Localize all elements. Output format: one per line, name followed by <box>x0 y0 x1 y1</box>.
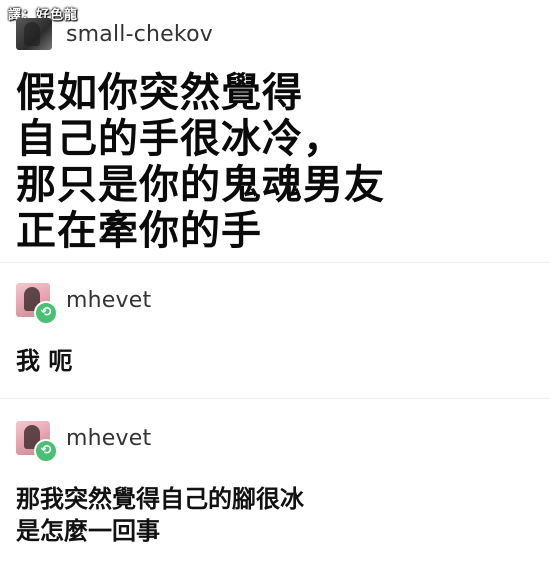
post-original: small-chekov 假如你突然覺得 自己的手很冰冷， 那只是你的鬼魂男友 … <box>0 0 550 262</box>
post-body-text: 那我突然覺得自己的腳很冰 是怎麼一回事 <box>16 485 304 545</box>
post-reblog: ⟲ mhevet 我 呃 <box>0 262 550 399</box>
post-header: ⟲ mhevet <box>16 283 151 325</box>
username[interactable]: mhevet <box>66 426 151 451</box>
post-reblog: ⟲ mhevet 那我突然覺得自己的腳很冰 是怎麼一回事 <box>0 398 550 573</box>
user-avatar[interactable]: ⟲ <box>16 283 58 325</box>
username[interactable]: mhevet <box>66 288 151 313</box>
post-body-text: 假如你突然覺得 自己的手很冰冷， 那只是你的鬼魂男友 正在牽你的手 <box>16 70 385 254</box>
user-avatar[interactable]: ⟲ <box>16 421 58 463</box>
avatar-figure-icon <box>24 22 40 46</box>
reblog-icon: ⟲ <box>34 439 58 463</box>
user-avatar[interactable] <box>16 18 52 50</box>
post-body-text: 我 呃 <box>16 347 73 375</box>
username[interactable]: small-chekov <box>66 22 213 47</box>
post-header: ⟲ mhevet <box>16 421 151 463</box>
reblog-icon: ⟲ <box>34 301 58 325</box>
post-header: small-chekov <box>16 18 213 50</box>
